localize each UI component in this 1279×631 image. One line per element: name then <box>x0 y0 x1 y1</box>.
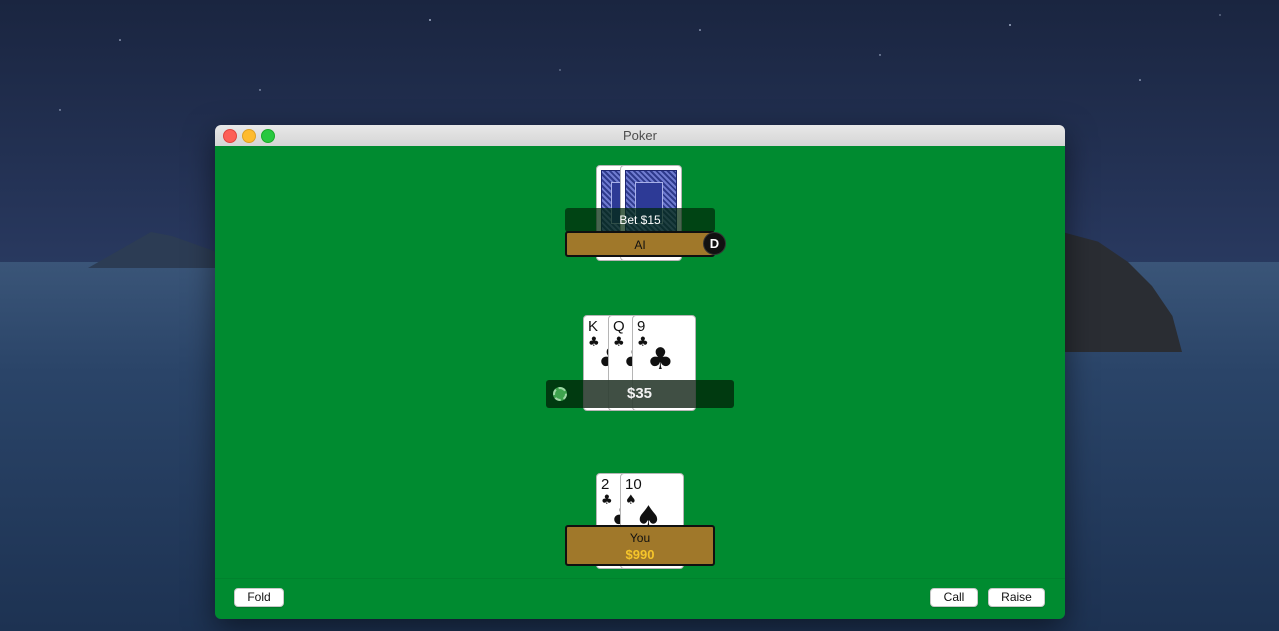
card-rank: 10 <box>625 476 642 493</box>
card-rank: Q <box>613 318 625 335</box>
dealer-button-icon: D <box>703 232 726 255</box>
ai-player-name: AI <box>634 238 646 252</box>
poker-table: Bet $15 AI D K ♣ ♣ Q ♣ ♣ 9 ♣ ♣ $35 2 ♣ <box>215 146 1065 619</box>
ai-player-plate: AI <box>565 231 715 257</box>
card-rank: 9 <box>637 318 646 335</box>
poker-window: Poker Bet $15 AI D K ♣ ♣ Q ♣ ♣ <box>215 125 1065 619</box>
player-plate: You $990 <box>565 525 715 566</box>
card-rank: 2 <box>601 476 610 493</box>
raise-button[interactable]: Raise <box>988 588 1045 607</box>
player-money: $990 <box>625 547 655 562</box>
club-icon: ♣ <box>647 342 674 377</box>
ai-bet-label: Bet $15 <box>565 208 715 232</box>
pot-amount: $35 <box>626 385 653 402</box>
controls-divider <box>215 578 1065 579</box>
chip-icon <box>553 387 567 401</box>
ai-bet-text: Bet $15 <box>619 213 661 227</box>
call-button[interactable]: Call <box>930 588 978 607</box>
title-bar[interactable]: Poker <box>215 125 1065 147</box>
card-rank: K <box>588 318 599 335</box>
player-name: You <box>629 531 651 545</box>
fold-button[interactable]: Fold <box>234 588 284 607</box>
window-title: Poker <box>623 128 657 143</box>
